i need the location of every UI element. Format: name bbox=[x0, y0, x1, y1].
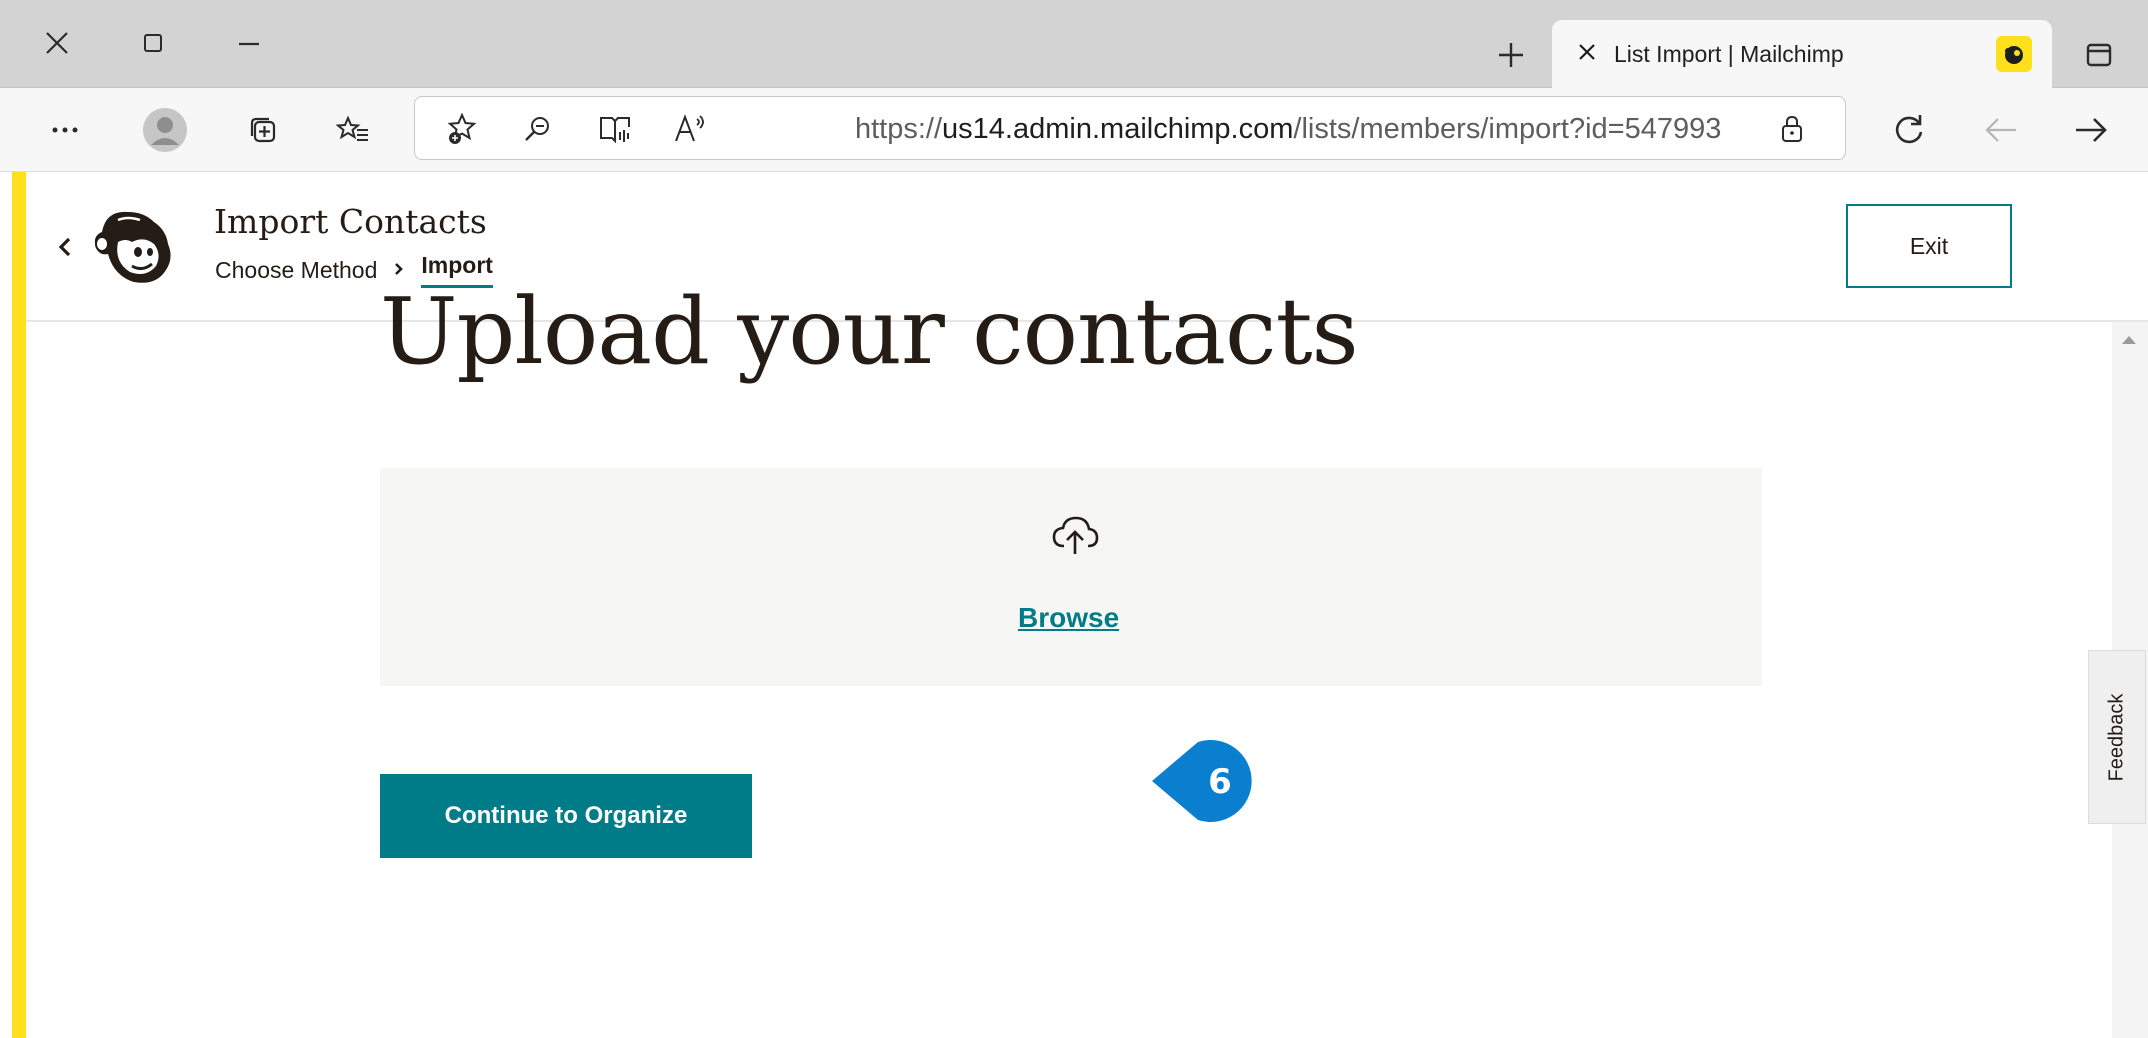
cloud-upload-icon bbox=[1049, 510, 1101, 562]
collections-icon[interactable] bbox=[238, 105, 288, 155]
tab-active[interactable]: List Import | Mailchimp bbox=[1552, 20, 2052, 88]
address-bar[interactable]: https://us14.admin.mailchimp.com/lists/m… bbox=[414, 96, 1846, 160]
profile-icon[interactable] bbox=[140, 105, 190, 155]
tab-close-icon[interactable] bbox=[1570, 35, 1604, 69]
upload-dropzone[interactable]: Browse bbox=[380, 468, 1762, 686]
close-icon[interactable] bbox=[32, 18, 82, 68]
favorites-icon[interactable] bbox=[328, 105, 378, 155]
tab-strip: List Import | Mailchimp bbox=[0, 0, 2148, 88]
window-icon[interactable] bbox=[2074, 30, 2124, 80]
browser-window: List Import | Mailchimp https://us14.adm… bbox=[0, 0, 2148, 1038]
mailchimp-favicon bbox=[1996, 36, 2032, 72]
read-aloud-icon[interactable] bbox=[665, 104, 715, 154]
url-text: https://us14.admin.mailchimp.com/lists/m… bbox=[855, 113, 1722, 145]
more-icon[interactable] bbox=[40, 105, 90, 155]
lock-icon[interactable] bbox=[1767, 104, 1817, 154]
header-title: Import Contacts bbox=[214, 202, 487, 241]
scroll-up-arrow-icon[interactable] bbox=[2122, 336, 2136, 344]
minimize-icon[interactable] bbox=[224, 18, 274, 68]
exit-button[interactable]: Exit bbox=[1846, 204, 2012, 288]
maximize-icon[interactable] bbox=[128, 18, 178, 68]
feedback-label: Feedback bbox=[2105, 693, 2128, 781]
feedback-tab[interactable]: Feedback bbox=[2088, 650, 2146, 824]
zoom-icon[interactable] bbox=[513, 104, 563, 154]
browser-toolbar: https://us14.admin.mailchimp.com/lists/m… bbox=[0, 88, 2148, 172]
immersive-reader-icon[interactable] bbox=[591, 104, 641, 154]
refresh-icon[interactable] bbox=[1884, 105, 1934, 155]
back-icon[interactable] bbox=[1976, 105, 2026, 155]
forward-icon[interactable] bbox=[2066, 105, 2116, 155]
tab-title: List Import | Mailchimp bbox=[1614, 41, 1844, 67]
breadcrumb-choose-method[interactable]: Choose Method bbox=[215, 257, 377, 284]
mailchimp-logo[interactable] bbox=[88, 202, 188, 292]
chevron-left-icon[interactable] bbox=[40, 222, 90, 272]
new-tab-icon[interactable] bbox=[1486, 30, 1536, 80]
add-favorite-icon[interactable] bbox=[437, 104, 487, 154]
brand-accent-bar bbox=[12, 172, 26, 1038]
page-title: Upload your contacts bbox=[380, 278, 1359, 385]
step-callout-number: 6 bbox=[1208, 762, 1232, 802]
browse-link[interactable]: Browse bbox=[1018, 602, 1119, 634]
continue-to-organize-button[interactable]: Continue to Organize bbox=[380, 774, 752, 858]
